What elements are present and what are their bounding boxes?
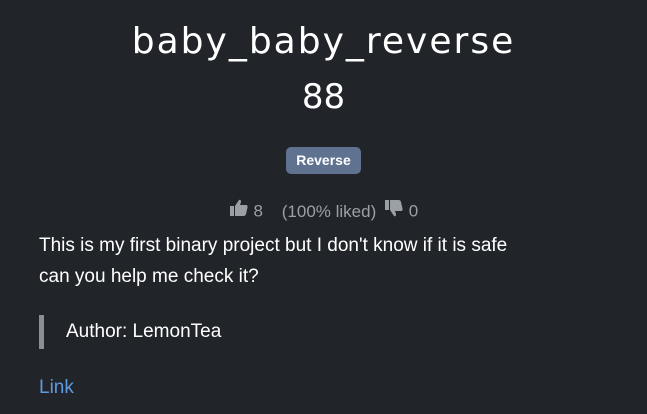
- rating-row: 8 (100% liked) 0: [0, 199, 647, 224]
- author-blockquote: Author: LemonTea: [39, 315, 221, 349]
- challenge-description: This is my first binary project but I do…: [39, 230, 619, 292]
- dislikes-count: 0: [408, 201, 419, 221]
- category-tag: Reverse: [286, 147, 361, 174]
- thumbs-down-icon[interactable]: [384, 199, 404, 224]
- challenge-link[interactable]: Link: [39, 374, 74, 402]
- challenge-name: baby_baby_reverse: [131, 21, 516, 62]
- description-line-1: This is my first binary project but I do…: [39, 235, 508, 256]
- description-line-2: can you help me check it?: [39, 266, 259, 287]
- liked-percentage: (100% liked): [281, 201, 377, 221]
- tag-row: Reverse: [0, 147, 647, 174]
- thumbs-up-icon[interactable]: [229, 199, 249, 224]
- challenge-value: 88: [301, 77, 346, 117]
- author-text: Author: LemonTea: [66, 321, 222, 342]
- likes-count: 8: [253, 201, 264, 221]
